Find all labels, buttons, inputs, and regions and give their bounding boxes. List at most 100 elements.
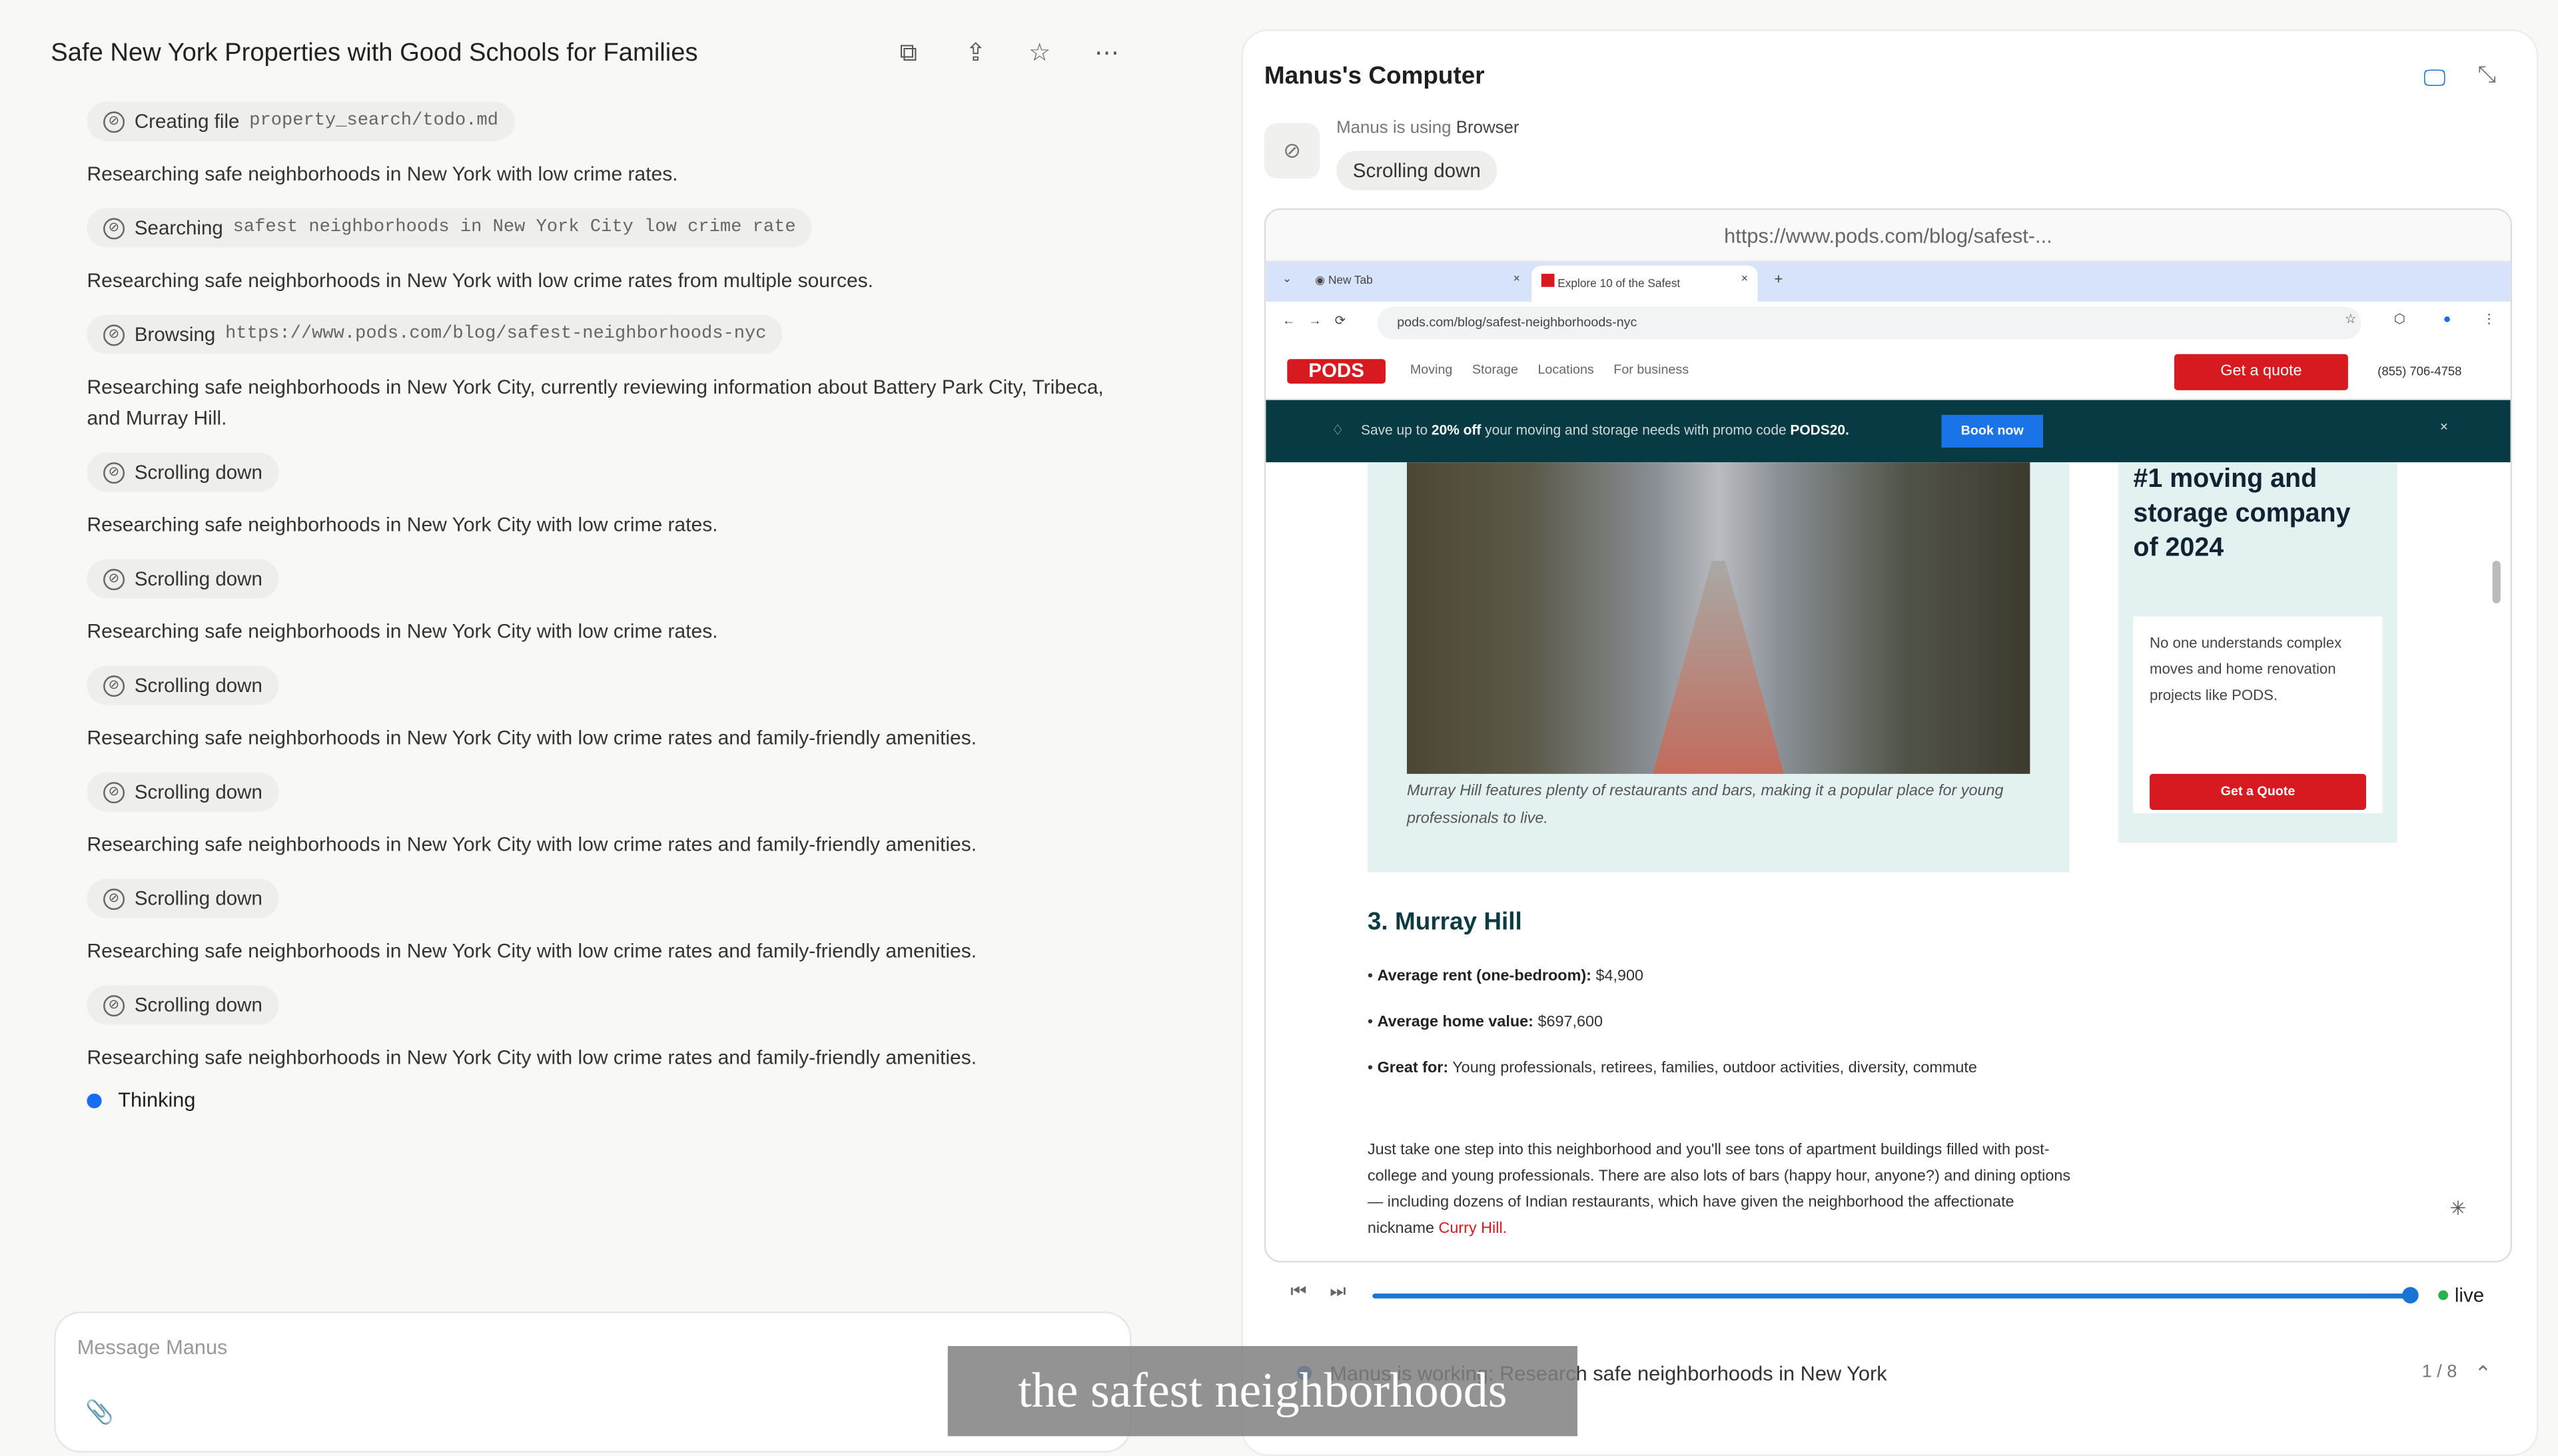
skip-back-icon[interactable]: ⏮ xyxy=(1290,1282,1306,1303)
book-now-button[interactable]: Book now xyxy=(1941,414,2044,448)
tag-icon: ♢ xyxy=(1331,421,1344,438)
section-paragraph: Just take one step into this neighborhoo… xyxy=(1367,1141,2071,1238)
loading-icon: ✳ xyxy=(2449,1196,2467,1220)
ad-get-quote-button[interactable]: Get a Quote xyxy=(2150,773,2366,810)
close-banner-icon[interactable]: × xyxy=(2440,418,2448,435)
action-chip[interactable]: ⊘ Scrolling down xyxy=(87,772,279,812)
action-icon: ⊘ xyxy=(103,567,125,589)
message-list: ⊘ Creating file property_search/todo.md Res… xyxy=(87,99,1136,1112)
curry-hill-link[interactable]: Curry Hill. xyxy=(1439,1220,1507,1238)
fact-bullet: • Average rent (one-bedroom): $4,900 xyxy=(1367,967,1643,986)
action-chip[interactable]: ⊘ Scrolling down xyxy=(87,665,279,705)
action-icon: ⊘ xyxy=(103,217,125,239)
message-text: Researching safe neighborhoods in New Yo… xyxy=(87,939,977,962)
action-chip[interactable]: ⊘ Scrolling down xyxy=(87,452,279,492)
action-icon: ⊘ xyxy=(103,674,125,696)
tab-new-tab[interactable]: ◉ New Tab × xyxy=(1315,274,1520,287)
message-text: Researching safe neighborhoods in New Yo… xyxy=(87,726,977,749)
collapse-icon[interactable]: ⤡ xyxy=(2477,61,2496,89)
site-nav: Moving Storage Locations For business xyxy=(1410,362,1709,377)
action-chip[interactable]: ⊘ Browsing https://www.pods.com/blog/safes… xyxy=(87,314,783,354)
phone-number[interactable]: (855) 706-4758 xyxy=(2377,364,2461,378)
thinking-indicator: Thinking xyxy=(87,1088,1136,1112)
message-text: Researching safe neighborhoods in New Yo… xyxy=(87,619,718,643)
action-label: Scrolling down xyxy=(134,780,262,804)
sidebar-ad: #1 moving and storage company of 2024 No… xyxy=(2118,462,2397,843)
get-quote-button[interactable]: Get a quote xyxy=(2174,354,2348,390)
tab-active[interactable]: Explore 10 of the Safest × xyxy=(1531,265,1758,302)
nav-arrows-icon[interactable]: ←→⟳ xyxy=(1282,313,1359,328)
photo-caption: Murray Hill features plenty of restauran… xyxy=(1406,782,2004,829)
action-argument: property_search/todo.md xyxy=(249,111,498,131)
computer-title: Manus's Computer xyxy=(1264,62,1485,91)
video-subtitle: the safest neighborhoods xyxy=(947,1345,1577,1437)
action-icon: ⊘ xyxy=(103,461,125,483)
using-app: Browser xyxy=(1456,118,1519,138)
action-label: Scrolling down xyxy=(134,673,262,697)
close-tab-icon: × xyxy=(1513,274,1520,286)
action-label: Searching xyxy=(134,216,223,240)
thinking-label: Thinking xyxy=(118,1088,196,1112)
action-chip[interactable]: ⊘ Scrolling down xyxy=(87,559,279,599)
skip-forward-icon[interactable]: ⏭ xyxy=(1330,1282,1346,1303)
live-label[interactable]: live xyxy=(2455,1283,2484,1306)
bookmark-star-icon[interactable]: ☆ xyxy=(2345,312,2357,326)
site-header: PODS Moving Storage Locations For business … xyxy=(1266,344,2511,400)
pods-favicon-icon xyxy=(1541,274,1555,287)
task-title: Safe New York Properties with Good Schoo… xyxy=(51,39,698,67)
action-chip[interactable]: ⊘ Scrolling down xyxy=(87,985,279,1025)
menu-icon[interactable]: ⋮ xyxy=(2483,312,2496,326)
new-tab-icon[interactable]: + xyxy=(1774,270,1783,287)
computer-panel: Manus's Computer 🖵 ⤡ ⊘ Manus is using Br… xyxy=(1241,29,2539,1456)
file-copy-icon[interactable]: ⧉ xyxy=(894,39,923,69)
action-chip[interactable]: ⊘ Scrolling down xyxy=(87,879,279,918)
share-icon[interactable]: ⇪ xyxy=(961,39,990,69)
scrollbar[interactable] xyxy=(2492,560,2501,603)
fact-bullet: • Great for: Young professionals, retire… xyxy=(1367,1059,1977,1078)
message-text: Researching safe neighborhoods in New Yo… xyxy=(87,1046,977,1069)
action-label: Scrolling down xyxy=(134,887,262,910)
action-icon: ⊘ xyxy=(103,111,125,133)
fact-bullet: • Average home value: $697,600 xyxy=(1367,1013,1603,1032)
message-text: Researching safe neighborhoods in New Yo… xyxy=(87,513,718,536)
address-text: pods.com/blog/safest-neighborhoods-nyc xyxy=(1397,314,1637,330)
message-text: Researching safe neighborhoods in New Yo… xyxy=(87,375,1104,430)
action-chip[interactable]: ⊘ Creating file property_search/todo.md xyxy=(87,101,515,141)
action-label: Scrolling down xyxy=(134,460,262,484)
star-icon[interactable]: ☆ xyxy=(1025,39,1054,69)
action-argument: safest neighborhoods in New York City lo… xyxy=(232,218,796,238)
action-label: Scrolling down xyxy=(134,567,262,591)
profile-icon[interactable]: ● xyxy=(2443,312,2451,326)
action-icon: ⊘ xyxy=(103,994,125,1016)
more-icon[interactable]: ⋯ xyxy=(1092,39,1121,69)
action-chip[interactable]: ⊘ Searching safest neighborhoods in New Yo… xyxy=(87,208,813,248)
playback-bar: ⏮ ⏭ live xyxy=(1264,1277,2512,1313)
message-text: Researching safe neighborhoods in New Yo… xyxy=(87,162,678,186)
tab-label: New Tab xyxy=(1328,275,1373,287)
paperclip-icon[interactable]: 📎 xyxy=(85,1399,114,1427)
site-nav-item[interactable]: Moving xyxy=(1410,362,1452,377)
pods-logo[interactable]: PODS xyxy=(1287,359,1386,384)
site-nav-item[interactable]: For business xyxy=(1613,362,1689,377)
browser-icon: ⊘ xyxy=(1264,123,1320,179)
site-nav-item[interactable]: Storage xyxy=(1472,362,1518,377)
action-label: Browsing xyxy=(134,322,216,346)
ad-text: No one understands complex moves and hom… xyxy=(2150,634,2342,703)
address-input[interactable]: pods.com/blog/safest-neighborhoods-nyc xyxy=(1377,306,2361,340)
message-text: Researching safe neighborhoods in New Yo… xyxy=(87,833,977,856)
address-bar-row: ←→⟳ pods.com/blog/safest-neighborhoods-n… xyxy=(1266,301,2511,344)
playback-slider[interactable] xyxy=(1372,1293,2411,1299)
chevron-up-icon[interactable]: ⌃ xyxy=(2474,1361,2491,1385)
message-placeholder: Message Manus xyxy=(77,1336,228,1359)
thinking-dot-icon xyxy=(87,1092,102,1108)
extensions-icon[interactable]: ⬡ xyxy=(2394,312,2405,326)
action-icon: ⊘ xyxy=(103,887,125,909)
tab-list-icon[interactable]: ⌄ xyxy=(1282,272,1292,285)
browser-tabs: ⌄ ◉ New Tab × Explore 10 of the Safest × + xyxy=(1266,262,2511,302)
message-text: Researching safe neighborhoods in New Yo… xyxy=(87,268,874,292)
site-nav-item[interactable]: Locations xyxy=(1537,362,1593,377)
playback-knob[interactable] xyxy=(2402,1287,2419,1303)
monitor-icon[interactable]: 🖵 xyxy=(2423,64,2445,92)
live-dot-icon xyxy=(2438,1290,2449,1300)
action-icon: ⊘ xyxy=(103,324,125,346)
